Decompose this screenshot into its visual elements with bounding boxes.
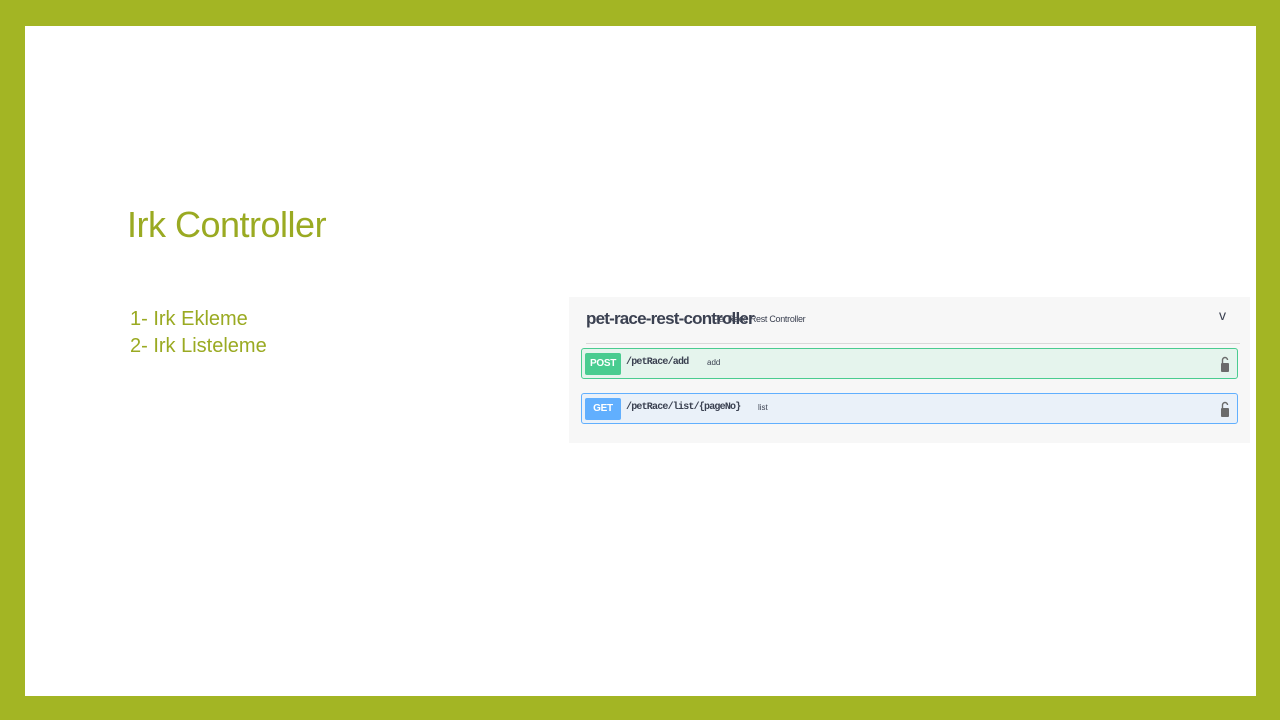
operation-post-add[interactable]: POST /petRace/add add	[581, 348, 1238, 379]
lock-icon[interactable]	[1220, 400, 1230, 418]
bullet-list: 1- Irk Ekleme 2- Irk Listeleme	[130, 306, 267, 360]
tag-description: Pet Race Rest Controller	[713, 314, 806, 324]
operation-summary: list	[758, 403, 768, 412]
bullet-item: 1- Irk Ekleme	[130, 308, 248, 330]
method-badge: POST	[585, 353, 621, 375]
chevron-down-icon[interactable]: v	[1219, 307, 1226, 323]
operation-get-list[interactable]: GET /petRace/list/{pageNo} list	[581, 393, 1238, 424]
operation-summary: add	[707, 358, 721, 367]
lock-icon[interactable]	[1220, 355, 1230, 373]
slide-title: Irk Controller	[127, 204, 327, 245]
operation-path: /petRace/list/{pageNo}	[626, 402, 741, 413]
tag-header[interactable]: pet-race-rest-controller Pet Race Rest C…	[586, 307, 1240, 344]
slide: Irk Controller 1- Irk Ekleme 2- Irk List…	[25, 26, 1256, 696]
swagger-screenshot: pet-race-rest-controller Pet Race Rest C…	[569, 297, 1250, 443]
operation-path: /petRace/add	[626, 357, 689, 368]
method-badge: GET	[585, 398, 621, 420]
bullet-item: 2- Irk Listeleme	[130, 335, 267, 357]
